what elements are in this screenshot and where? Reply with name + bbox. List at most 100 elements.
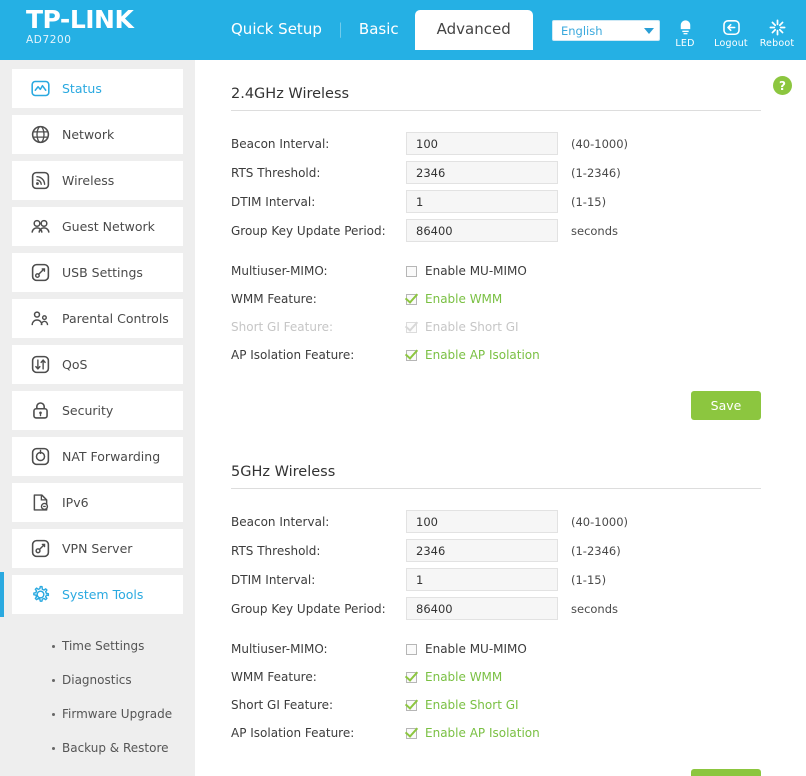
qos-icon <box>29 354 51 376</box>
sidebar-item-qos[interactable]: QoS <box>12 345 183 384</box>
group-key-update-input-5[interactable]: 86400 <box>406 597 558 620</box>
checkbox-label[interactable]: Enable MU-MIMO <box>425 642 527 656</box>
sidebar-item-nat-forwarding[interactable]: NAT Forwarding <box>12 437 183 476</box>
tab-advanced[interactable]: Advanced <box>414 10 533 50</box>
sidebar-item-parental-controls[interactable]: Parental Controls <box>12 299 183 338</box>
sidebar-item-label: USB Settings <box>62 265 143 280</box>
submenu-item-backup-restore[interactable]: Backup & Restore <box>12 731 183 765</box>
help-button[interactable]: ? <box>773 76 792 95</box>
rts-threshold-input-5[interactable]: 2346 <box>406 539 558 562</box>
submenu-item-diagnostics[interactable]: Diagnostics <box>12 663 183 697</box>
sidebar-item-guest-network[interactable]: Guest Network <box>12 207 183 246</box>
field-label: RTS Threshold: <box>231 543 321 558</box>
short-gi-checkbox-24 <box>406 321 417 333</box>
sidebar-item-label: Status <box>62 81 102 96</box>
checkbox-label[interactable]: Enable Short GI <box>425 698 519 712</box>
field-label: WMM Feature: <box>231 670 317 684</box>
dtim-interval-input-5[interactable]: 1 <box>406 568 558 591</box>
led-label: LED <box>675 38 695 49</box>
field-label: WMM Feature: <box>231 292 317 306</box>
checkbox-label[interactable]: Enable MU-MIMO <box>425 264 527 278</box>
sidebar-item-usb-settings[interactable]: USB Settings <box>12 253 183 292</box>
field-label: Short GI Feature: <box>231 698 334 712</box>
field-label: Short GI Feature: <box>231 320 334 334</box>
sidebar-item-label: Wireless <box>62 173 115 188</box>
short-gi-checkbox-5[interactable] <box>406 699 417 711</box>
sidebar-item-ipv6[interactable]: IPv6 <box>12 483 183 522</box>
ipv6-icon <box>29 492 51 514</box>
tab-basic[interactable]: Basic <box>343 14 415 44</box>
sidebar-item-security[interactable]: Security <box>12 391 183 430</box>
sidebar-item-label: Network <box>62 127 115 142</box>
sidebar-item-network[interactable]: Network <box>12 115 183 154</box>
app-header: TP-LINK AD7200 Quick Setup | Basic Advan… <box>0 0 806 60</box>
sidebar-item-vpn-server[interactable]: VPN Server <box>12 529 183 568</box>
nat-forwarding-icon <box>29 446 51 468</box>
save-row-5ghz: Save <box>231 747 761 776</box>
logout-label: Logout <box>714 38 748 49</box>
save-button-5ghz[interactable]: Save <box>691 769 761 776</box>
sidebar-item-label: Parental Controls <box>62 311 169 326</box>
submenu-item-label: Diagnostics <box>62 673 132 687</box>
reboot-button[interactable]: Reboot <box>756 18 798 49</box>
field-label: Beacon Interval: <box>231 136 330 151</box>
ap-isolation-checkbox-24[interactable] <box>406 349 417 361</box>
led-button[interactable]: LED <box>664 18 706 49</box>
check-wmm-5: WMM Feature: Enable WMM <box>231 663 784 691</box>
sidebar-item-wireless[interactable]: Wireless <box>12 161 183 200</box>
bullet-icon <box>52 644 55 648</box>
check-mu-mimo-24: Multiuser-MIMO: Enable MU-MIMO <box>231 257 784 285</box>
submenu-item-label: Firmware Upgrade <box>62 707 173 721</box>
check-short-gi-24: Short GI Feature: Enable Short GI <box>231 313 784 341</box>
checkbox-label[interactable]: Enable AP Isolation <box>425 348 540 362</box>
field-label: DTIM Interval: <box>231 194 316 209</box>
page-body: Status Network Wireless Guest Network US <box>0 60 806 776</box>
submenu-item-time-settings[interactable]: Time Settings <box>12 629 183 663</box>
field-hint: seconds <box>571 601 619 616</box>
sidebar-item-status[interactable]: Status <box>12 69 183 108</box>
submenu-item-label: Time Settings <box>62 639 145 653</box>
field-label: Group Key Update Period: <box>231 601 386 616</box>
check-ap-isolation-24: AP Isolation Feature: Enable AP Isolatio… <box>231 341 784 369</box>
wmm-checkbox-24[interactable] <box>406 293 417 305</box>
usb-icon <box>29 262 51 284</box>
logout-button[interactable]: Logout <box>710 18 752 49</box>
sidebar-item-label: Security <box>62 403 114 418</box>
field-label: DTIM Interval: <box>231 572 316 587</box>
field-label: Beacon Interval: <box>231 514 330 529</box>
field-label: AP Isolation Feature: <box>231 348 355 362</box>
field-beacon-interval-24: Beacon Interval: 100 (40-1000) <box>231 129 784 158</box>
reboot-label: Reboot <box>759 38 795 49</box>
bullet-icon <box>52 712 55 716</box>
field-hint: (40-1000) <box>571 136 629 151</box>
save-button-24ghz[interactable]: Save <box>691 391 761 420</box>
network-icon <box>29 124 51 146</box>
beacon-interval-input-24[interactable]: 100 <box>406 132 558 155</box>
checkbox-label[interactable]: Enable AP Isolation <box>425 726 540 740</box>
sidebar: Status Network Wireless Guest Network US <box>0 60 195 776</box>
rts-threshold-input-24[interactable]: 2346 <box>406 161 558 184</box>
wmm-checkbox-5[interactable] <box>406 671 417 683</box>
field-rts-threshold-24: RTS Threshold: 2346 (1-2346) <box>231 158 784 187</box>
mu-mimo-checkbox-5[interactable] <box>406 643 417 655</box>
submenu-item-firmware-upgrade[interactable]: Firmware Upgrade <box>12 697 183 731</box>
mu-mimo-checkbox-24[interactable] <box>406 265 417 277</box>
field-label: RTS Threshold: <box>231 165 321 180</box>
dtim-interval-input-24[interactable]: 1 <box>406 190 558 213</box>
tab-quick-setup[interactable]: Quick Setup <box>215 14 338 44</box>
language-select[interactable]: English <box>552 20 660 41</box>
status-icon <box>29 78 51 100</box>
led-icon <box>664 18 706 37</box>
checkbox-label[interactable]: Enable WMM <box>425 670 502 684</box>
bullet-icon <box>52 678 55 682</box>
brand-block: TP-LINK AD7200 <box>0 0 215 46</box>
model-label: AD7200 <box>26 34 72 46</box>
check-ap-isolation-5: AP Isolation Feature: Enable AP Isolatio… <box>231 719 784 747</box>
chevron-down-icon <box>644 27 654 34</box>
group-key-update-input-24[interactable]: 86400 <box>406 219 558 242</box>
sidebar-item-system-tools[interactable]: System Tools <box>0 572 183 617</box>
checkbox-label[interactable]: Enable WMM <box>425 292 502 306</box>
ap-isolation-checkbox-5[interactable] <box>406 727 417 739</box>
field-group-key-update-24: Group Key Update Period: 86400 seconds <box>231 216 784 245</box>
beacon-interval-input-5[interactable]: 100 <box>406 510 558 533</box>
